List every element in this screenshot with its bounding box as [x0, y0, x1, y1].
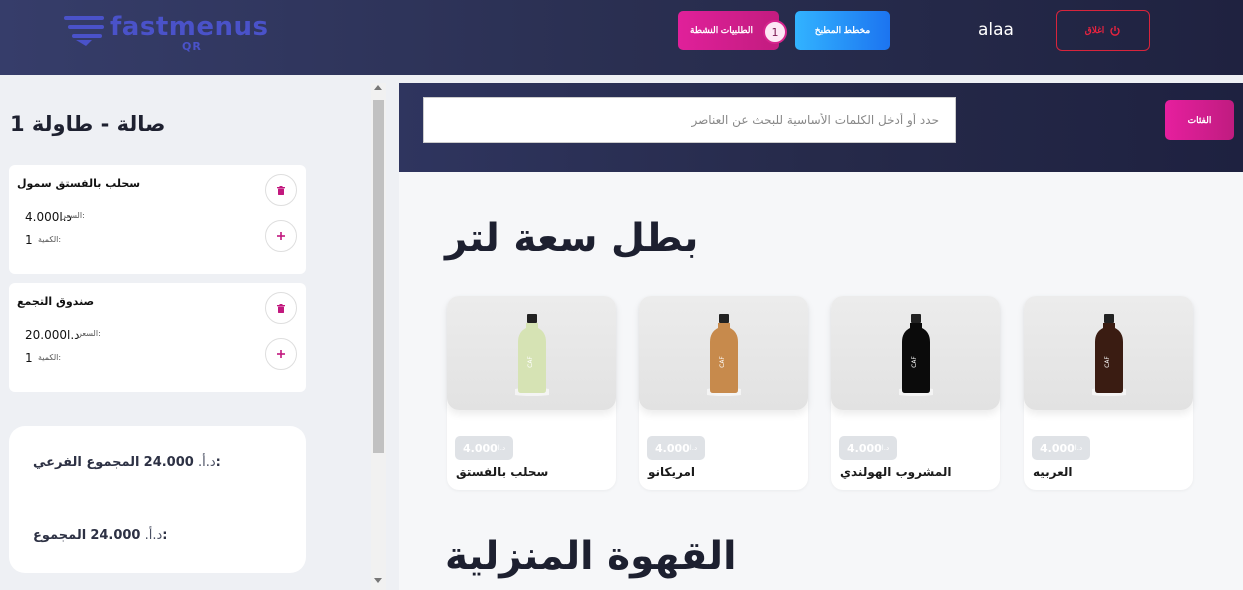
order-item-card: سحلب بالفستق سمول 4.000د.ا السعر: 1 الكم…	[9, 165, 306, 274]
delete-item-button[interactable]	[265, 174, 297, 206]
logout-button[interactable]: اغلاق	[1056, 10, 1150, 51]
logo-icon	[64, 16, 104, 46]
bottle-image: CAF	[515, 314, 549, 396]
logo-subtext: QR	[182, 40, 202, 53]
kitchen-plan-button[interactable]: مخطط المطبخ	[795, 11, 890, 50]
subtotal-value: 24.000	[143, 455, 194, 470]
total-currency: د.أ.	[144, 528, 163, 543]
price-chip: 4.000 د.ا	[647, 436, 706, 460]
product-currency: د.ا	[497, 444, 506, 452]
power-icon	[1110, 25, 1120, 36]
logo[interactable]: fastmenus QR	[62, 10, 268, 56]
order-totals-card: د.أ. 24.000 المجموع الفرعي: د.أ. 24.000 …	[9, 426, 306, 573]
search-bar-area: الفئات	[399, 83, 1243, 172]
delete-item-button[interactable]	[265, 292, 297, 324]
subtotal-row: د.أ. 24.000 المجموع الفرعي:	[33, 455, 221, 470]
order-item-name: سحلب بالفستق سمول	[17, 177, 141, 190]
active-requests-label: الطلبيات النشطة	[690, 25, 753, 35]
section-title: بطل سعة لتر	[445, 216, 699, 261]
order-item-qty: 1	[25, 351, 33, 365]
bottle-image: CAF	[707, 314, 741, 396]
order-item-qty-label: الكمية:	[38, 353, 62, 362]
top-navbar: fastmenus QR الطلبيات النشطة 1 مخطط المط…	[0, 0, 1243, 75]
svg-text:CAF: CAF	[719, 356, 726, 368]
product-price: 4.000	[463, 441, 498, 455]
order-item-price: 20.000د.ا	[25, 328, 80, 342]
sidebar-scrollbar[interactable]	[371, 83, 386, 590]
price-chip: 4.000 د.ا	[1032, 436, 1091, 460]
price-chip: 4.000 د.ا	[455, 436, 514, 460]
scroll-up-arrow-icon[interactable]	[374, 85, 382, 90]
add-quantity-button[interactable]	[265, 220, 297, 252]
trash-icon	[277, 303, 285, 313]
subtotal-currency: د.أ.	[197, 455, 216, 470]
username: alaa	[978, 20, 1014, 40]
categories-label: الفئات	[1187, 114, 1212, 125]
order-item-qty: 1	[25, 233, 33, 247]
order-item-qty-label: الكمية:	[38, 235, 62, 244]
product-image: CAF	[639, 296, 808, 410]
product-name: المشروب الهولندي	[840, 465, 952, 479]
product-image: CAF	[1024, 296, 1193, 410]
plus-icon	[277, 232, 285, 240]
product-image: CAF	[447, 296, 616, 410]
svg-text:CAF: CAF	[1104, 356, 1111, 368]
categories-button[interactable]: الفئات	[1165, 100, 1234, 140]
menu-content: بطل سعة لتر CAF 4.000 د.ا سحلب بالفستق C…	[399, 172, 1243, 590]
order-item-card: صندوق التجمع 20.000د.ا السعر: 1 الكمية:	[9, 283, 306, 392]
product-currency: د.ا	[1074, 444, 1083, 452]
active-requests-count-badge: 1	[763, 20, 787, 44]
plus-icon	[277, 350, 285, 358]
scroll-thumb[interactable]	[373, 100, 384, 453]
product-card[interactable]: CAF 4.000 د.ا المشروب الهولندي	[831, 296, 1000, 490]
trash-icon	[277, 185, 285, 195]
product-card[interactable]: CAF 4.000 د.ا العربيه	[1024, 296, 1193, 490]
section-title: القهوة المنزلية	[445, 534, 737, 579]
table-title: صالة - طاولة 1	[10, 112, 166, 136]
logo-text: fastmenus	[110, 12, 269, 42]
svg-text:CAF: CAF	[527, 356, 534, 368]
product-card[interactable]: CAF 4.000 د.ا امريكانو	[639, 296, 808, 490]
bottle-image: CAF	[1092, 314, 1126, 396]
product-price: 4.000	[847, 441, 882, 455]
svg-text:CAF: CAF	[911, 356, 918, 368]
product-name: امريكانو	[648, 465, 696, 479]
order-item-name: صندوق التجمع	[17, 295, 95, 308]
product-name: سحلب بالفستق	[456, 465, 549, 479]
total-value: 24.000	[90, 528, 141, 543]
add-quantity-button[interactable]	[265, 338, 297, 370]
product-card[interactable]: CAF 4.000 د.ا سحلب بالفستق	[447, 296, 616, 490]
total-row: د.أ. 24.000 المجموع:	[33, 528, 168, 543]
product-price: 4.000	[1040, 441, 1075, 455]
bottle-image: CAF	[899, 314, 933, 396]
product-currency: د.ا	[689, 444, 698, 452]
product-currency: د.ا	[881, 444, 890, 452]
order-sidebar: صالة - طاولة 1 سحلب بالفستق سمول 4.000د.…	[0, 75, 386, 590]
scroll-down-arrow-icon[interactable]	[374, 578, 382, 583]
product-image: CAF	[831, 296, 1000, 410]
order-item-price-label: السعر:	[78, 329, 101, 338]
order-item-price-label: السعر:	[62, 211, 85, 220]
price-chip: 4.000 د.ا	[839, 436, 898, 460]
kitchen-plan-label: مخطط المطبخ	[814, 25, 871, 35]
product-name: العربيه	[1033, 465, 1073, 479]
logout-label: اغلاق	[1084, 25, 1105, 35]
search-input[interactable]	[423, 97, 956, 143]
product-price: 4.000	[655, 441, 690, 455]
